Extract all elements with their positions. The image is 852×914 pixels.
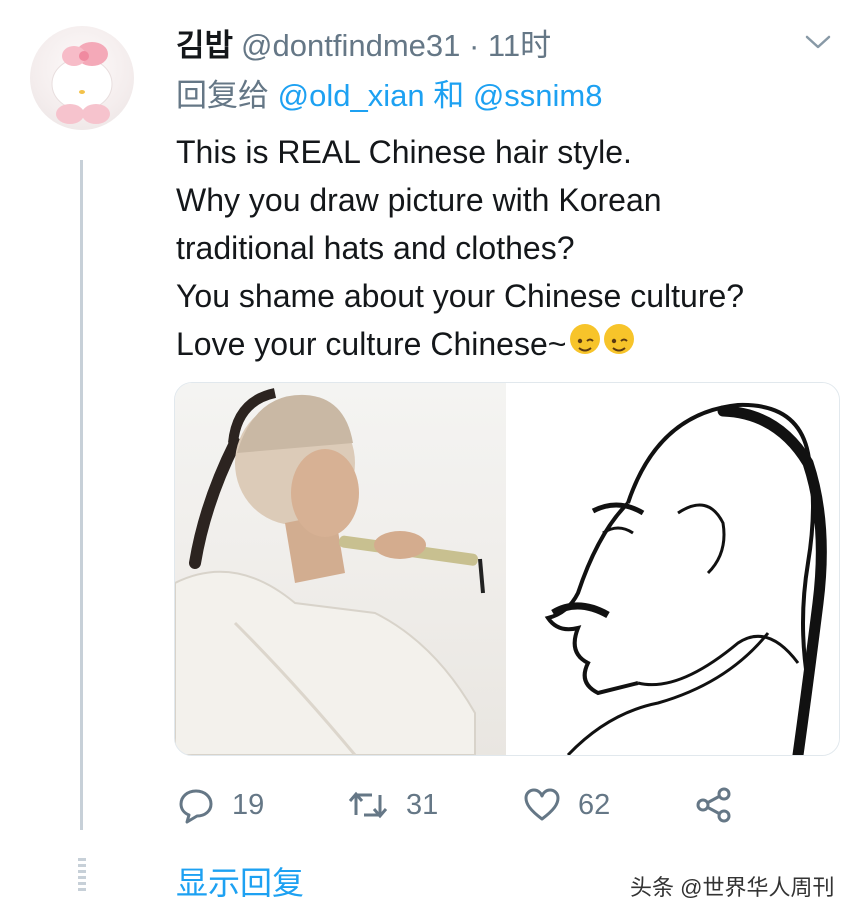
tweet-media[interactable] xyxy=(174,382,840,756)
thread-line xyxy=(80,160,83,830)
watermark: 头条 @世界华人周刊 xyxy=(630,875,835,900)
reply-and: 和 xyxy=(433,78,465,113)
winking-face-icon xyxy=(570,324,601,354)
line-drawing-illustration xyxy=(544,402,827,755)
tweet-line: You shame about your Chinese culture? xyxy=(176,278,745,314)
drawing-man-with-queue[interactable] xyxy=(506,383,839,755)
reply-bubble-icon xyxy=(179,789,213,824)
retweet-button[interactable]: 31 xyxy=(346,780,438,830)
retweet-icon xyxy=(348,791,388,819)
photo-illustration xyxy=(175,388,485,755)
replying-prefix: 回复给 xyxy=(176,78,269,113)
display-name[interactable]: 김밥 xyxy=(176,28,233,63)
share-button[interactable] xyxy=(694,780,734,830)
reply-mention-2[interactable]: @ssnim8 xyxy=(473,78,603,113)
handle-and-time[interactable]: @dontfindme31 · 11时 xyxy=(241,28,551,63)
winking-face-icon xyxy=(604,324,635,354)
avatar[interactable] xyxy=(30,26,134,130)
reply-mention-1[interactable]: @old_xian xyxy=(278,78,425,113)
like-button[interactable]: 62 xyxy=(522,780,610,830)
photo-man-with-queue[interactable] xyxy=(175,383,506,755)
tweet-actions: 19 31 62 xyxy=(176,780,796,830)
tweet-line: Why you draw picture with Korean xyxy=(176,182,662,218)
tweet-text: This is REAL Chinese hair style. Why you… xyxy=(176,128,836,368)
replying-to: 回复给 @old_xian 和 @ssnim8 xyxy=(176,76,603,116)
tweet-line: Love your culture Chinese~ xyxy=(176,326,567,362)
chevron-down-icon[interactable] xyxy=(804,32,832,52)
tweet-line: traditional hats and clothes? xyxy=(176,230,575,266)
like-count: 62 xyxy=(578,788,611,821)
reply-button[interactable]: 19 xyxy=(176,780,264,830)
hello-kitty-avatar-icon xyxy=(51,42,113,124)
tweet-header: 김밥 @dontfindme31 · 11时 xyxy=(176,26,551,66)
retweet-count: 31 xyxy=(406,788,439,821)
show-replies-link[interactable]: 显示回复 xyxy=(176,858,304,904)
heart-icon xyxy=(524,788,560,821)
tweet-line-last: Love your culture Chinese~ xyxy=(176,320,836,368)
tweet-line: This is REAL Chinese hair style. xyxy=(176,134,632,170)
share-icon xyxy=(696,787,731,823)
reply-count: 19 xyxy=(232,788,265,821)
thread-dots xyxy=(78,858,86,894)
